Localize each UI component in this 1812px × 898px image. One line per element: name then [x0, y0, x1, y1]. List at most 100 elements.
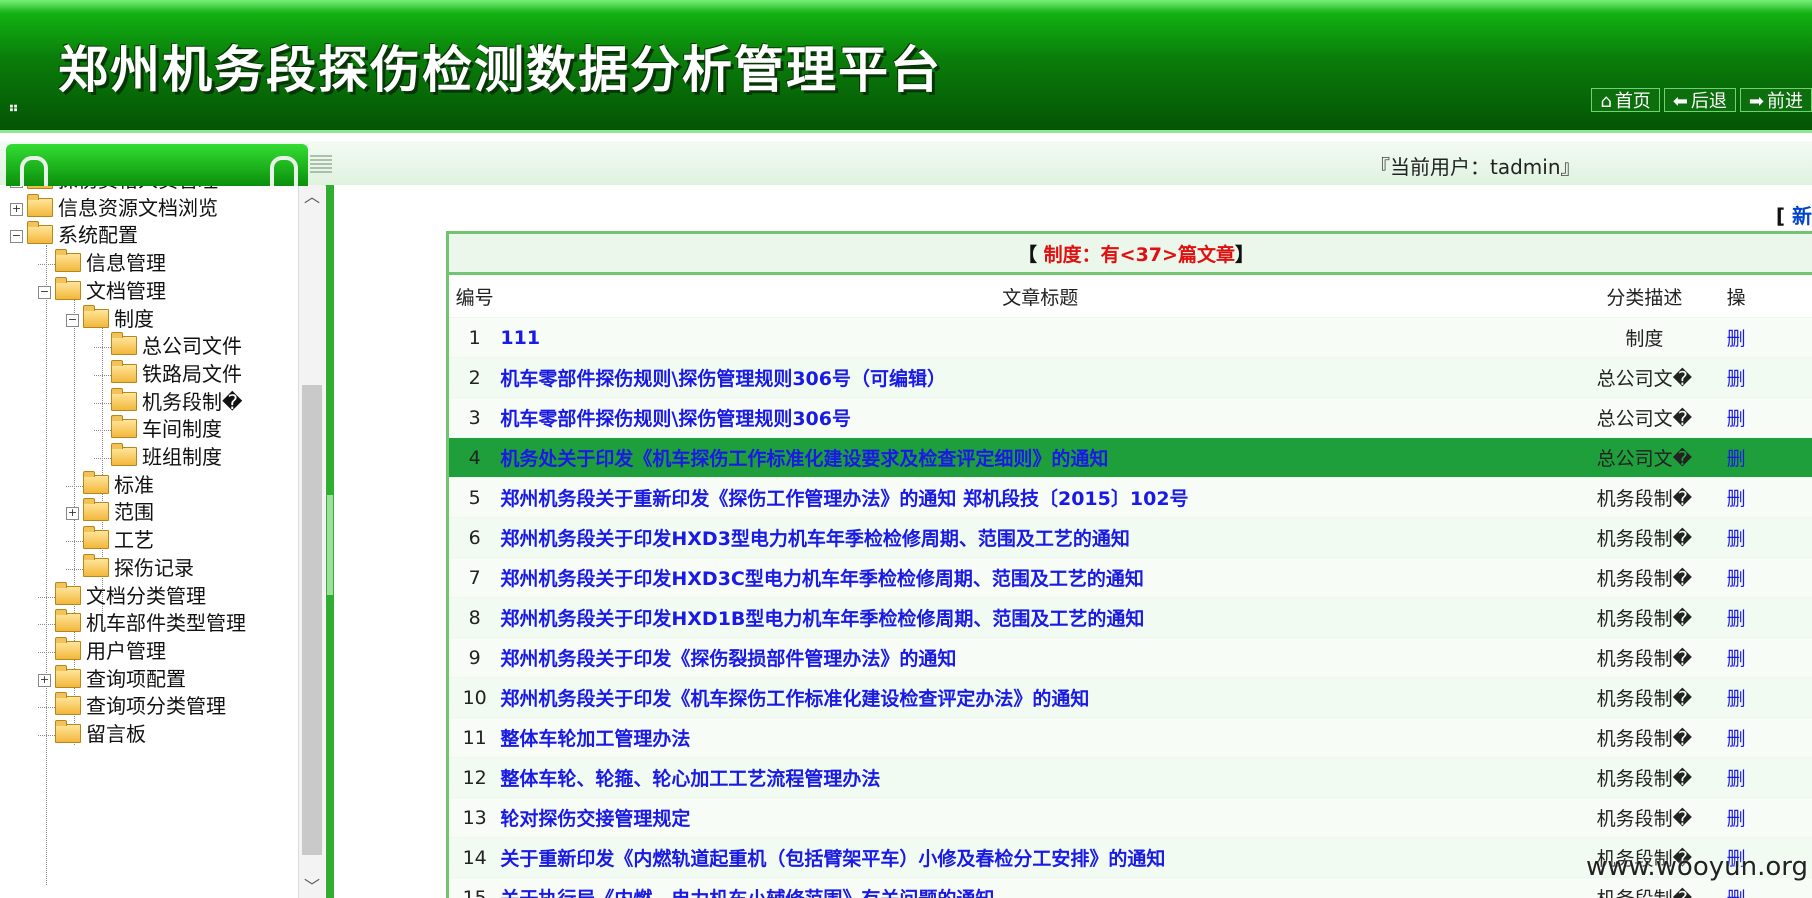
- table-row[interactable]: 4 机务处关于印发《机车探伤工作标准化建设要求及检查评定细则》的通知 总公司文� 删: [447, 437, 1812, 478]
- folder-icon: [55, 609, 81, 633]
- tree-item[interactable]: 用户管理: [38, 636, 166, 666]
- tree-item[interactable]: 文档分类管理: [38, 581, 206, 611]
- tree-item[interactable]: − 文档管理: [38, 276, 166, 306]
- tree-item[interactable]: 铁路局文件: [94, 359, 242, 389]
- expand-icon[interactable]: +: [38, 673, 51, 687]
- row-title-cell: 郑州机务段关于印发HXD3C型电力机车年季检检修周期、范围及工艺的通知: [500, 557, 1581, 598]
- forward-button[interactable]: ➡ 前进: [1739, 88, 1812, 112]
- delete-link[interactable]: 删: [1708, 677, 1812, 718]
- folder-icon: [83, 470, 109, 494]
- tree-item-label: 信息资源文档浏览: [58, 195, 218, 220]
- tree-scrollbar[interactable]: ︿ ﹀: [298, 185, 325, 898]
- table-row[interactable]: 5 郑州机务段关于重新印发《探伤工作管理办法》的通知 郑机段技〔2015〕102号…: [447, 477, 1812, 518]
- table-row[interactable]: 13 轮对探伤交接管理规定 机务段制� 删: [447, 797, 1812, 838]
- tree-item[interactable]: 信息管理: [38, 248, 166, 278]
- folder-icon: [111, 359, 137, 383]
- table-row[interactable]: 6 郑州机务段关于印发HXD3型电力机车年季检检修周期、范围及工艺的通知 机务段制�…: [447, 517, 1812, 558]
- tree-item[interactable]: + 信息资源文档浏览: [10, 193, 218, 223]
- folder-icon: [27, 193, 53, 217]
- collapse-icon[interactable]: −: [10, 230, 23, 244]
- tree-item[interactable]: 标准: [66, 470, 154, 500]
- delete-link[interactable]: 删: [1708, 717, 1812, 758]
- panel-divider[interactable]: [326, 185, 334, 898]
- add-article-link[interactable]: [ 新: [1776, 200, 1812, 229]
- home-icon: ⌂: [1600, 91, 1612, 112]
- tree-branch-line: [66, 568, 83, 570]
- article-title-link[interactable]: 郑州机务段关于印发HXD3型电力机车年季检检修周期、范围及工艺的通知: [500, 528, 1130, 550]
- tree-item[interactable]: + 范围: [66, 497, 154, 527]
- tree-item[interactable]: 工艺: [66, 525, 154, 555]
- table-row[interactable]: 8 郑州机务段关于印发HXD1B型电力机车年季检检修周期、范围及工艺的通知 机务段制…: [447, 597, 1812, 638]
- tree-branch-line: [66, 485, 83, 487]
- row-title-cell: 整体车轮、轮箍、轮心加工工艺流程管理办法: [500, 757, 1581, 798]
- row-number: 8: [447, 597, 501, 638]
- delete-link[interactable]: 删: [1708, 397, 1812, 438]
- scrollbar-thumb[interactable]: [302, 385, 322, 855]
- back-label: 后退: [1690, 91, 1727, 112]
- scroll-up-icon[interactable]: ︿: [303, 183, 321, 207]
- article-title-link[interactable]: 郑州机务段关于印发《机车探伤工作标准化建设检查评定办法》的通知: [500, 688, 1089, 710]
- delete-link[interactable]: 删: [1708, 357, 1812, 398]
- tree-item[interactable]: 留言板: [38, 719, 146, 749]
- delete-link[interactable]: 删: [1708, 557, 1812, 598]
- article-title-link[interactable]: 机务处关于印发《机车探伤工作标准化建设要求及检查评定细则》的通知: [500, 448, 1108, 470]
- table-row[interactable]: 9 郑州机务段关于印发《探伤裂损部件管理办法》的通知 机务段制� 删: [447, 637, 1812, 678]
- tree-item[interactable]: + 查询项配置: [38, 664, 186, 694]
- panel-split-handle[interactable]: [310, 155, 332, 173]
- article-title-link[interactable]: 关于执行局《内燃、电力机车小辅修范围》有关问题的通知: [500, 888, 994, 898]
- collapse-icon[interactable]: −: [38, 285, 51, 299]
- tree-item[interactable]: 查询项分类管理: [38, 691, 226, 721]
- collapse-icon[interactable]: −: [66, 313, 79, 327]
- delete-link[interactable]: 删: [1708, 517, 1812, 558]
- scroll-down-icon[interactable]: ﹀: [303, 873, 321, 897]
- tree-item[interactable]: − 系统配置: [10, 220, 138, 250]
- row-category: 机务段制�: [1580, 797, 1709, 838]
- tree-branch-line: [38, 624, 55, 626]
- article-title-link[interactable]: 整体车轮、轮箍、轮心加工工艺流程管理办法: [500, 768, 880, 790]
- table-row[interactable]: 3 机车零部件探伤规则\探伤管理规则306号 总公司文� 删: [447, 397, 1812, 438]
- delete-link[interactable]: 删: [1708, 757, 1812, 798]
- delete-link[interactable]: 删: [1708, 637, 1812, 678]
- article-title-link[interactable]: 轮对探伤交接管理规定: [500, 808, 690, 830]
- article-title-link[interactable]: 关于重新印发《内燃轨道起重机（包括臂架平车）小修及春检分工安排》的通知: [500, 848, 1165, 870]
- article-title-link[interactable]: 整体车轮加工管理办法: [500, 728, 690, 750]
- caption-left: 【: [1018, 243, 1038, 266]
- article-title-link[interactable]: 机车零部件探伤规则\探伤管理规则306号: [500, 408, 851, 430]
- home-button[interactable]: ⌂ 首页: [1591, 88, 1660, 112]
- tree-item[interactable]: − 制度: [66, 304, 154, 334]
- table-row[interactable]: 1 111 制度删: [447, 317, 1812, 358]
- article-title-link[interactable]: 机车零部件探伤规则\探伤管理规则306号（可编辑）: [500, 368, 946, 390]
- tree-connector-line: [46, 245, 47, 885]
- delete-link[interactable]: 删: [1708, 597, 1812, 638]
- row-number: 10: [447, 677, 501, 718]
- table-row[interactable]: 2 机车零部件探伤规则\探伤管理规则306号（可编辑） 总公司文� 删: [447, 357, 1812, 398]
- delete-link[interactable]: 删: [1708, 437, 1812, 478]
- tree-item[interactable]: 机车部件类型管理: [38, 608, 246, 638]
- delete-link[interactable]: 删: [1708, 317, 1812, 358]
- tree-item-label: 探伤资格人员管理: [58, 185, 218, 192]
- tree-branch-line: [38, 596, 55, 598]
- delete-link[interactable]: 删: [1708, 477, 1812, 518]
- table-row[interactable]: 11 整体车轮加工管理办法 机务段制� 删: [447, 717, 1812, 758]
- article-title-link[interactable]: 郑州机务段关于印发《探伤裂损部件管理办法》的通知: [500, 648, 956, 670]
- article-title-link[interactable]: 郑州机务段关于重新印发《探伤工作管理办法》的通知 郑机段技〔2015〕102号: [500, 488, 1188, 510]
- table-row[interactable]: 7 郑州机务段关于印发HXD3C型电力机车年季检检修周期、范围及工艺的通知 机务段制…: [447, 557, 1812, 598]
- article-title-link[interactable]: 郑州机务段关于印发HXD3C型电力机车年季检检修周期、范围及工艺的通知: [500, 568, 1144, 590]
- article-title-link[interactable]: 111: [500, 327, 540, 349]
- row-number: 1: [447, 317, 501, 358]
- table-row[interactable]: 10 郑州机务段关于印发《机车探伤工作标准化建设检查评定办法》的通知 机务段制� 删: [447, 677, 1812, 718]
- divider-grip[interactable]: [327, 495, 333, 595]
- caption-right: 】: [1234, 243, 1254, 266]
- row-title-cell: 轮对探伤交接管理规定: [500, 797, 1581, 838]
- tree-item[interactable]: 车间制度: [94, 414, 222, 444]
- expand-icon[interactable]: +: [10, 202, 23, 216]
- tree-item[interactable]: 探伤记录: [66, 553, 194, 583]
- table-row[interactable]: 12 整体车轮、轮箍、轮心加工工艺流程管理办法 机务段制� 删: [447, 757, 1812, 798]
- back-button[interactable]: ⬅ 后退: [1663, 88, 1736, 112]
- expand-icon[interactable]: +: [66, 507, 79, 521]
- tree-item[interactable]: 总公司文件: [94, 331, 242, 361]
- delete-link[interactable]: 删: [1708, 797, 1812, 838]
- article-title-link[interactable]: 郑州机务段关于印发HXD1B型电力机车年季检检修周期、范围及工艺的通知: [500, 608, 1144, 630]
- tree-item[interactable]: 机务段制�: [94, 387, 243, 417]
- tree-item[interactable]: 班组制度: [94, 442, 222, 472]
